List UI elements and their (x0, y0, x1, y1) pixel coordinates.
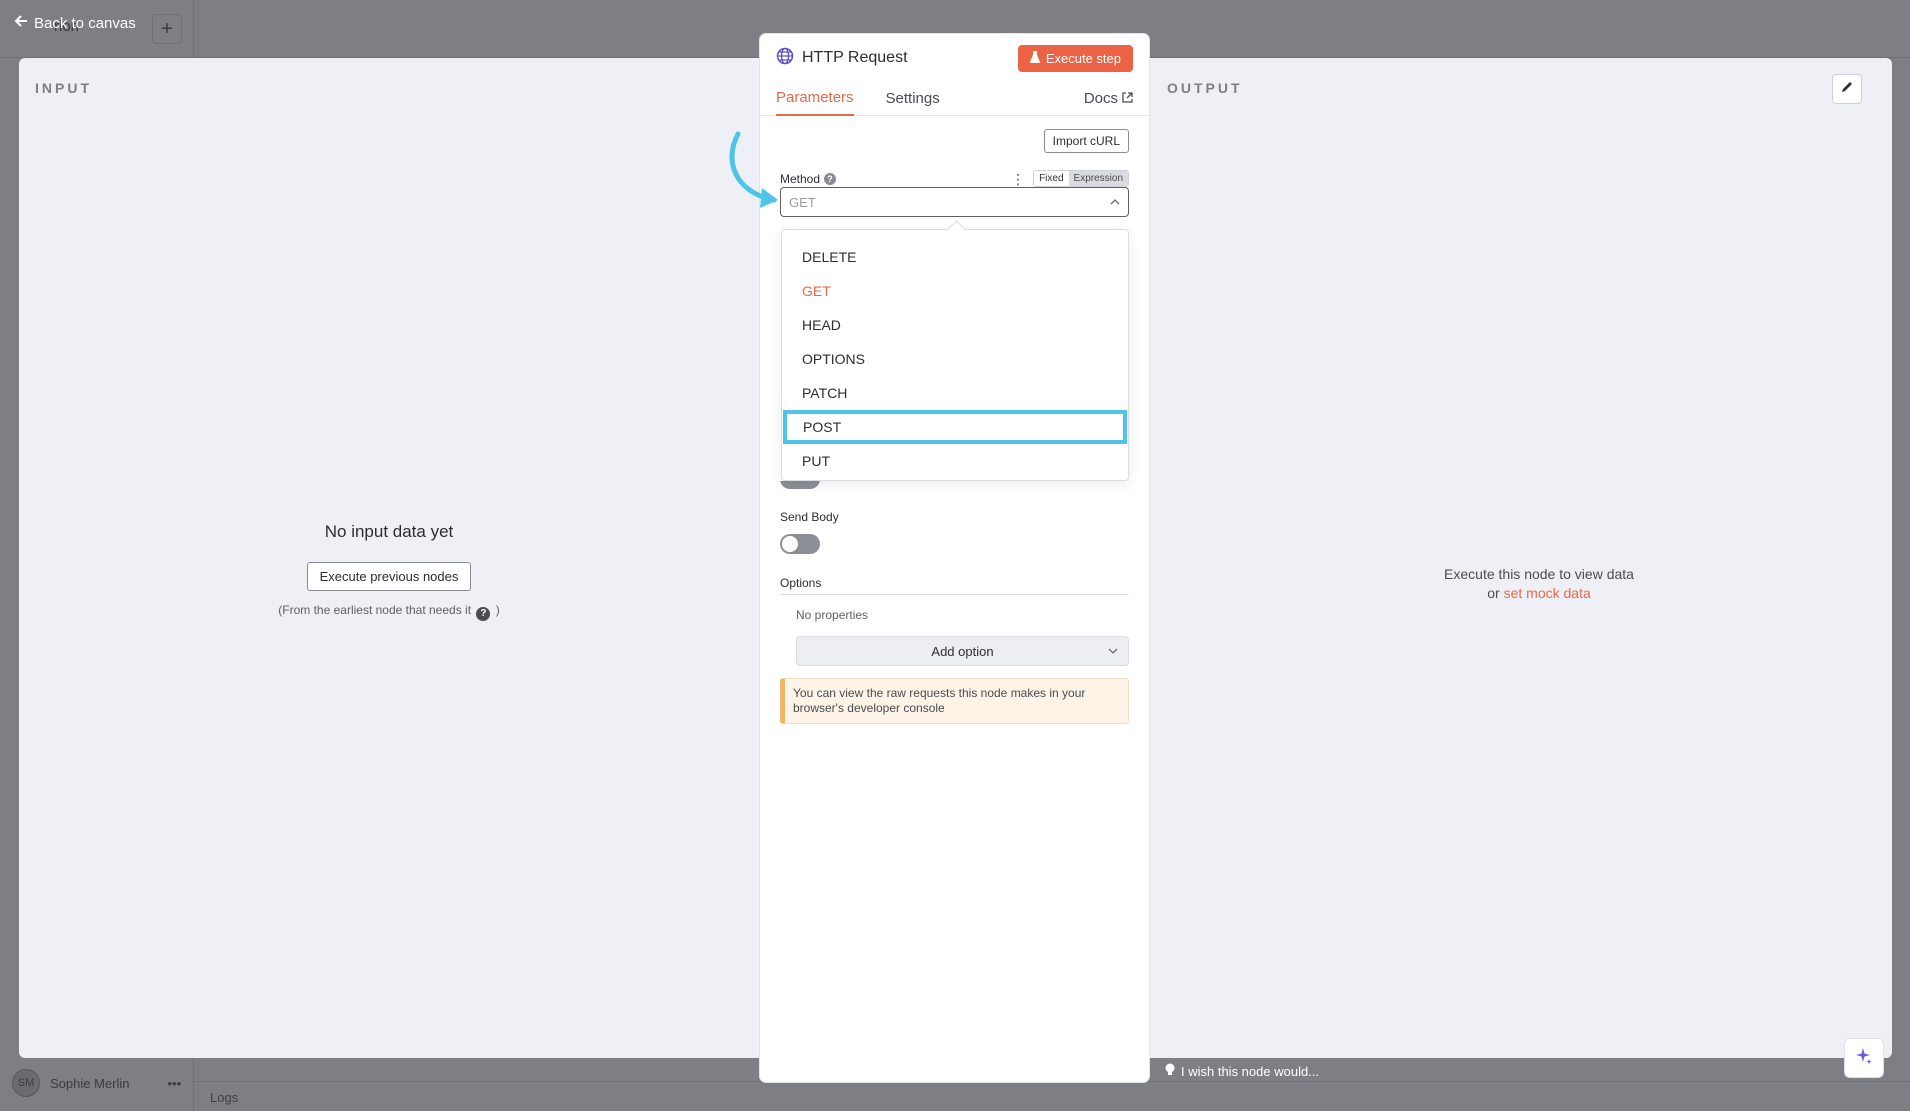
send-body-switch[interactable] (780, 534, 820, 554)
logs-label: Logs (210, 1090, 239, 1105)
execute-step-label: Execute step (1045, 50, 1121, 66)
method-select-value: GET (789, 194, 816, 210)
background-user: SM Sophie Merlin ••• (12, 1069, 181, 1097)
docs-link[interactable]: Docs (1084, 90, 1133, 115)
node-parameters-panel: HTTP Request Execute step Parameters Set… (760, 34, 1149, 1082)
tab-parameters[interactable]: Parameters (776, 89, 854, 116)
tab-settings[interactable]: Settings (886, 90, 940, 115)
avatar: SM (12, 1069, 40, 1097)
feedback-label: I wish this node would... (1181, 1063, 1320, 1079)
sparkle-icon (1854, 1046, 1874, 1071)
pencil-icon (1840, 80, 1854, 99)
import-curl-button[interactable]: Import cURL (1043, 129, 1129, 153)
globe-icon (776, 47, 794, 70)
input-panel-title: INPUT (35, 80, 92, 96)
external-link-icon (1122, 90, 1133, 107)
chevron-up-icon (1110, 196, 1120, 208)
method-option-delete[interactable]: DELETE (782, 240, 1128, 274)
method-option-get[interactable]: GET (782, 274, 1128, 308)
more-options-icon[interactable]: ⋮ (1011, 172, 1025, 186)
ai-assistant-button[interactable] (1844, 1038, 1884, 1078)
method-label: Method (780, 171, 821, 186)
mode-expression[interactable]: Expression (1068, 171, 1128, 186)
output-panel-title: OUTPUT (1167, 80, 1243, 96)
user-name: Sophie Merlin (50, 1075, 130, 1091)
method-option-options[interactable]: OPTIONS (782, 342, 1128, 376)
curved-arrow-annotation-icon (729, 131, 778, 208)
edit-output-button[interactable] (1832, 74, 1862, 104)
background-bottombar (194, 1081, 1910, 1111)
question-icon[interactable]: ? (476, 606, 491, 621)
send-body-label: Send Body (780, 510, 839, 524)
help-icon[interactable]: ? (824, 172, 837, 185)
method-field-header: Method ? ⋮ Fixed Expression (780, 170, 1129, 187)
lightbulb-icon (1165, 1063, 1175, 1079)
output-empty-state: Execute this node to view data or set mo… (1169, 565, 1909, 603)
output-empty-line: Execute this node to view data (1444, 566, 1634, 582)
docs-label: Docs (1083, 90, 1118, 107)
back-to-canvas-link[interactable]: Back to canvas (14, 13, 136, 33)
method-option-patch[interactable]: PATCH (782, 376, 1128, 410)
node-title[interactable]: HTTP Request (802, 49, 1010, 67)
node-header: HTTP Request Execute step (760, 34, 1149, 82)
method-select[interactable]: GET (780, 187, 1129, 217)
method-option-put[interactable]: PUT (782, 444, 1128, 478)
input-note-close: ) (495, 603, 500, 617)
method-option-post[interactable]: POST (783, 410, 1127, 444)
feedback-link[interactable]: I wish this node would... (1165, 1063, 1319, 1079)
flask-icon (1029, 50, 1040, 66)
input-note-text: (From the earliest node that needs it (278, 603, 472, 617)
method-option-head[interactable]: HEAD (782, 308, 1128, 342)
mode-fixed[interactable]: Fixed (1034, 171, 1069, 186)
add-option-label: Add option (931, 643, 994, 659)
set-mock-data-link[interactable]: set mock data (1504, 585, 1591, 601)
more-icon: ••• (167, 1075, 182, 1091)
background-add-button: + (152, 14, 182, 44)
execute-step-button[interactable]: Execute step (1017, 44, 1133, 72)
method-dropdown-menu: DELETE GET HEAD OPTIONS PATCH POST PUT (781, 229, 1129, 481)
output-or-text: or (1487, 585, 1500, 601)
add-option-dropdown[interactable]: Add option (796, 636, 1129, 666)
options-label: Options (780, 576, 1129, 595)
no-properties-text: No properties (796, 608, 869, 622)
method-label-group: Method ? (780, 171, 837, 186)
fixed-expression-toggle: Fixed Expression (1033, 170, 1129, 187)
input-note: (From the earliest node that needs it ? … (19, 603, 759, 621)
input-empty-title: No input data yet (324, 522, 454, 541)
input-empty-state: No input data yet Execute previous nodes… (19, 522, 759, 621)
arrow-left-icon (14, 13, 28, 33)
chevron-down-icon (1108, 645, 1118, 657)
execute-previous-nodes-button[interactable]: Execute previous nodes (306, 562, 472, 591)
node-tabs: Parameters Settings Docs (760, 82, 1149, 116)
back-to-canvas-label: Back to canvas (34, 14, 136, 32)
info-notice: You can view the raw requests this node … (780, 678, 1129, 724)
